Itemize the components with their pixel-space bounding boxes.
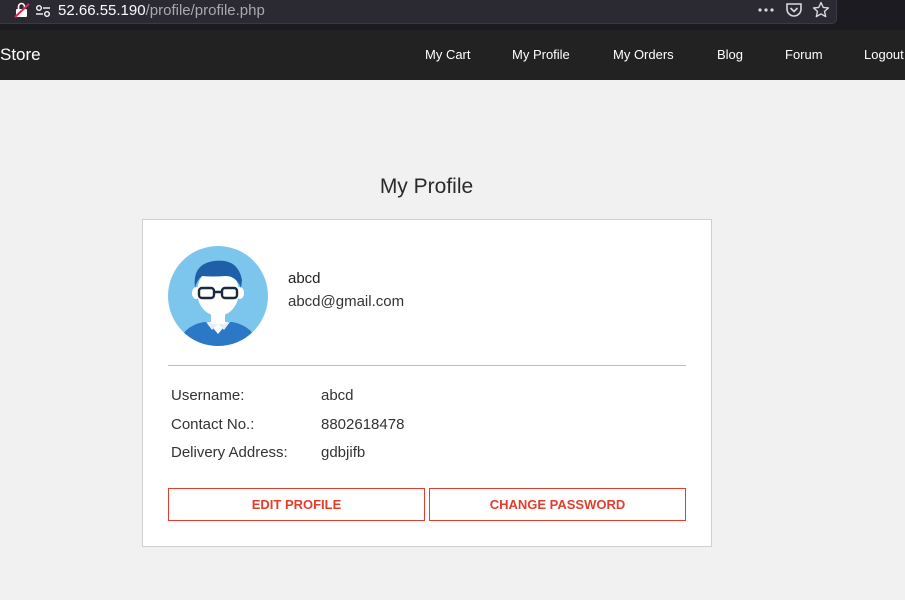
nav-my-cart[interactable]: My Cart	[425, 47, 471, 63]
insecure-lock-icon[interactable]	[14, 2, 30, 18]
brand-logo[interactable]: Store	[0, 45, 41, 65]
contact-value: 8802618478	[321, 416, 405, 433]
page-title: My Profile	[379, 175, 474, 198]
profile-name: abcd	[288, 270, 321, 287]
change-password-button[interactable]: CHANGE PASSWORD	[429, 488, 686, 521]
pocket-icon[interactable]	[785, 1, 803, 19]
divider	[168, 365, 686, 366]
browser-toolbar: 52.66.55.190/profile/profile.php	[0, 0, 905, 30]
username-label: Username:	[171, 387, 245, 404]
url-text[interactable]: 52.66.55.190/profile/profile.php	[58, 1, 265, 21]
bookmark-star-icon[interactable]	[812, 1, 830, 19]
more-icon[interactable]	[756, 1, 776, 19]
permissions-icon[interactable]	[35, 4, 51, 18]
nav-my-profile[interactable]: My Profile	[512, 47, 570, 63]
address-bar[interactable]: 52.66.55.190/profile/profile.php	[0, 0, 837, 24]
contact-label: Contact No.:	[171, 416, 255, 433]
url-path: /profile/profile.php	[145, 2, 265, 19]
edit-profile-button[interactable]: EDIT PROFILE	[168, 488, 425, 521]
address-label: Delivery Address:	[171, 444, 288, 461]
nav-my-orders[interactable]: My Orders	[613, 47, 674, 63]
profile-email: abcd@gmail.com	[288, 293, 405, 310]
site-navbar: Store My Cart My Profile My Orders Blog …	[0, 30, 905, 80]
nav-logout[interactable]: Logout	[864, 47, 904, 63]
nav-forum[interactable]: Forum	[785, 47, 823, 63]
address-value: gdbjifb	[321, 444, 366, 461]
username-value: abcd	[321, 387, 354, 404]
nav-blog[interactable]: Blog	[717, 47, 743, 63]
profile-card: abcd abcd@gmail.com Username: abcd Conta…	[142, 219, 712, 547]
url-host: 52.66.55.190	[58, 2, 146, 19]
avatar	[168, 246, 268, 346]
